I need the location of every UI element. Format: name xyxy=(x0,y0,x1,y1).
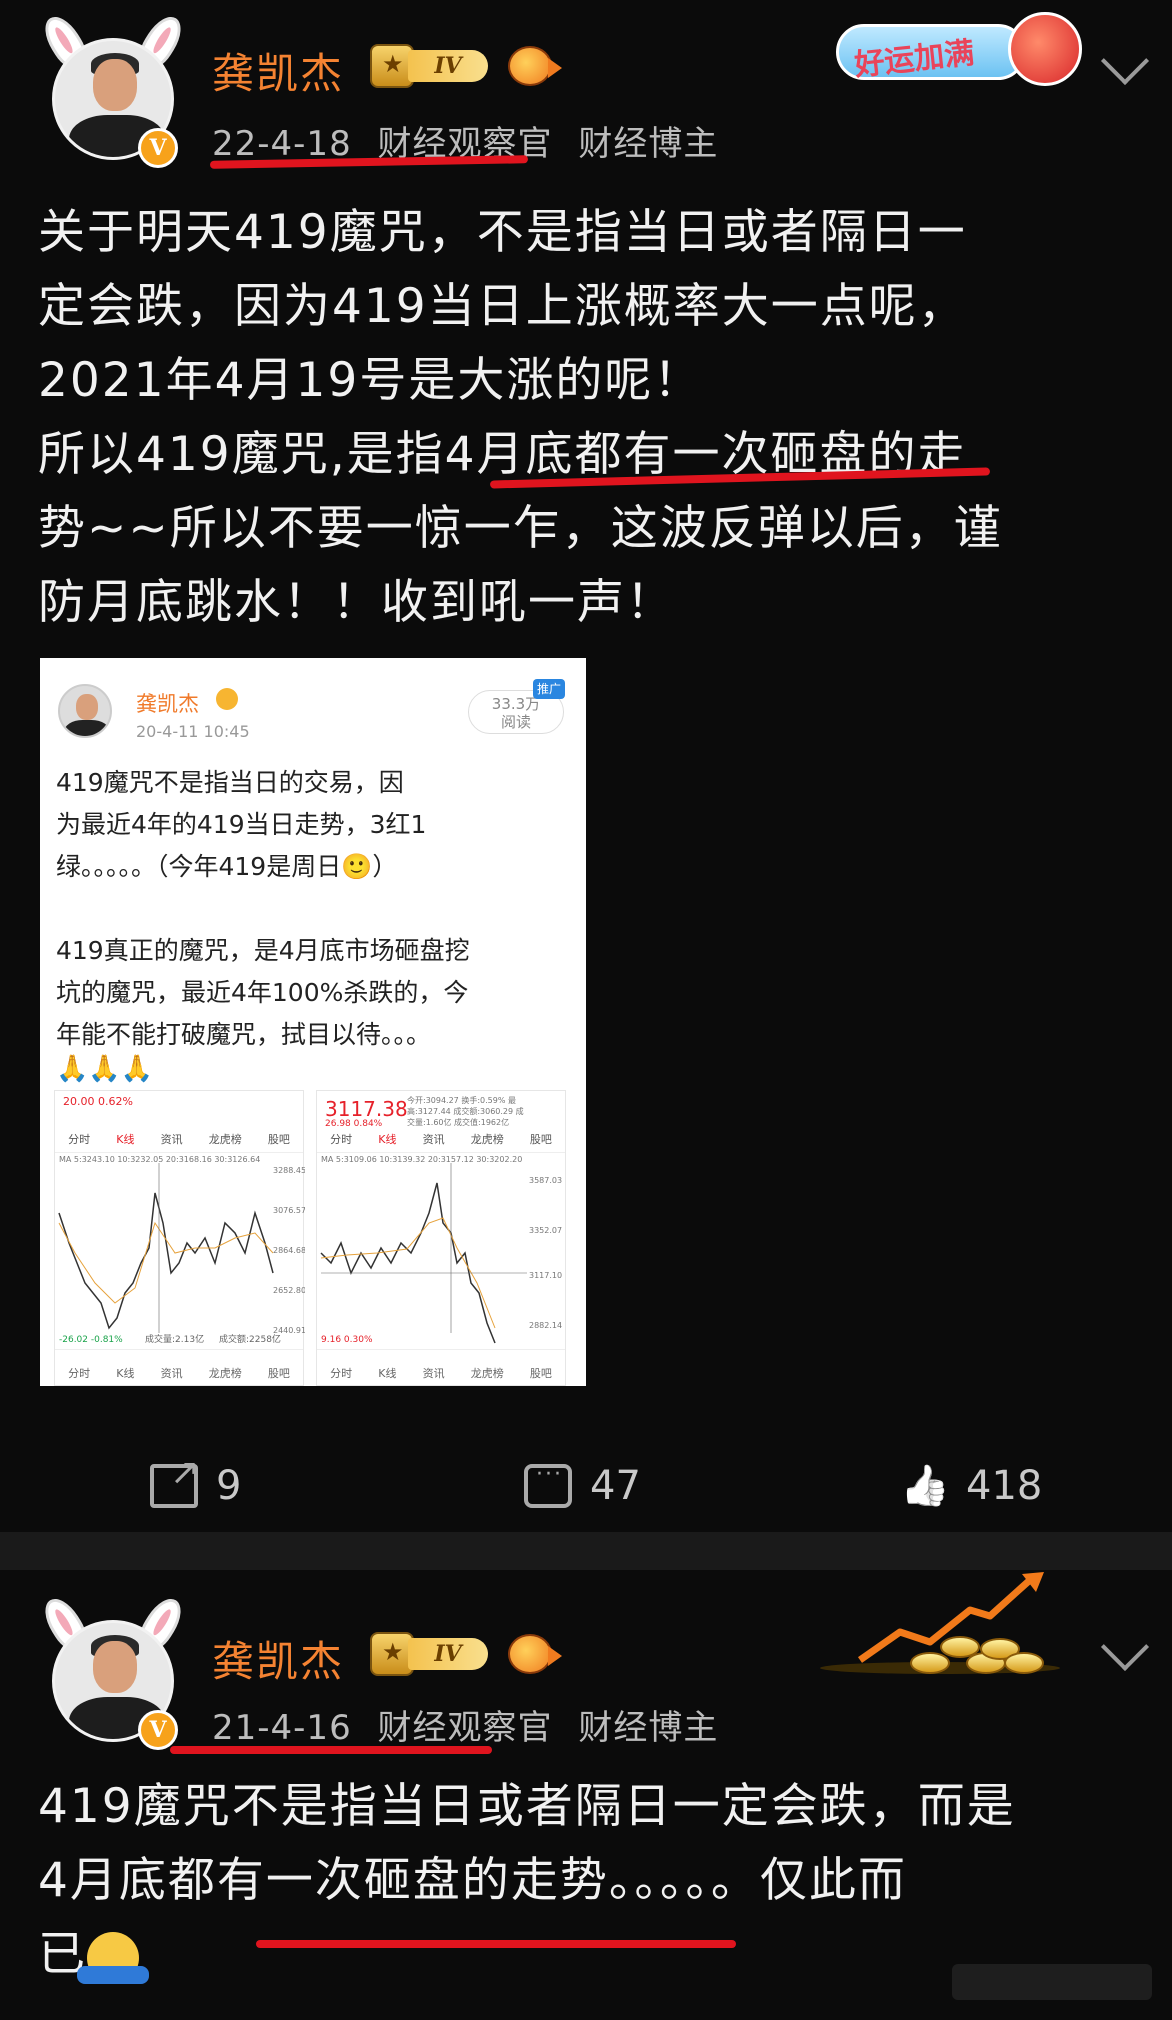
svg-text:2882.14: 2882.14 xyxy=(529,1321,562,1330)
comment-button[interactable]: 47 xyxy=(524,1456,641,1516)
watermark xyxy=(952,1964,1152,2000)
tag-finance-blogger: 财经博主 xyxy=(578,1708,719,1748)
svg-text:3352.07: 3352.07 xyxy=(529,1226,562,1235)
weibo-post-2: V 龚凯杰 IV 21-4-16 财经观察官 财经博主 419魔咒不是指当日或者… xyxy=(0,1570,1172,2020)
rising-chart-coins-decoration xyxy=(790,1570,1080,1680)
kline-b-plot: 3587.03 3352.07 3117.10 2882.14 xyxy=(320,1163,562,1344)
fish-icon xyxy=(508,46,562,86)
shrug-emoji-icon xyxy=(77,1931,149,1984)
svg-text:2864.68: 2864.68 xyxy=(273,1246,305,1255)
chevron-down-icon[interactable] xyxy=(1100,1622,1150,1672)
username[interactable]: 龚凯杰 xyxy=(212,40,344,101)
good-luck-card-decoration: 好运加满 xyxy=(836,12,1086,92)
vip-v-icon: V xyxy=(138,128,178,168)
action-bar: 9 47 418 xyxy=(0,1452,1172,1516)
post-date: 21-4-16 xyxy=(212,1708,352,1748)
weibo-post-1: V 龚凯杰 IV 22-4-18 财经观察官 财经博主 好运加满 关于明天419… xyxy=(0,0,1172,1532)
kline-a-plot: 3288.45 3076.57 2864.68 2652.80 2440.91 xyxy=(58,1163,305,1335)
embed-time: 20-4-11 10:45 xyxy=(136,722,250,741)
embedded-screenshot[interactable]: 龚凯杰 20-4-11 10:45 推广 33.3万 阅读 419魔咒不是指当日… xyxy=(40,658,586,1386)
embed-avatar xyxy=(58,684,112,738)
post-separator xyxy=(0,1532,1172,1570)
red-underline xyxy=(256,1940,736,1948)
svg-text:3587.03: 3587.03 xyxy=(529,1176,562,1185)
tag-finance-observer: 财经观察官 xyxy=(377,1708,553,1748)
embed-username: 龚凯杰 xyxy=(136,692,199,716)
post-body: 419魔咒不是指当日或者隔日一定会跌，而是 4月底都有一次砸盘的走势。。。。。仅… xyxy=(38,1779,1016,1984)
comment-count: 47 xyxy=(590,1463,641,1509)
avatar[interactable]: V xyxy=(37,1592,189,1756)
share-button[interactable]: 9 xyxy=(150,1452,242,1516)
vip-v-icon: V xyxy=(138,1710,178,1750)
post-meta: 21-4-16 财经观察官 财经博主 xyxy=(212,1700,732,1749)
like-icon xyxy=(900,1464,948,1508)
share-count: 9 xyxy=(216,1463,242,1509)
tag-finance-blogger: 财经博主 xyxy=(578,124,719,164)
kline-chart-a: 20.00 0.62% 分时 K线 资讯 龙虎榜 股吧 MA 5:3243.10 10:… xyxy=(54,1090,305,1386)
svg-text:2652.80: 2652.80 xyxy=(273,1286,305,1295)
koi-icon xyxy=(1008,12,1082,86)
svg-text:3117.10: 3117.10 xyxy=(529,1271,562,1280)
embed-badge-icon xyxy=(216,688,238,710)
avatar[interactable]: V xyxy=(37,10,189,174)
chevron-down-icon[interactable] xyxy=(1100,36,1150,86)
svg-text:3288.45: 3288.45 xyxy=(273,1166,305,1175)
fish-icon xyxy=(508,1634,562,1674)
level-badge: IV xyxy=(370,44,488,88)
like-count: 418 xyxy=(966,1463,1043,1509)
embed-text: 419魔咒不是指当日的交易，因 为最近4年的419当日走势，3红1 绿。。。。。… xyxy=(56,768,470,1049)
svg-text:3076.57: 3076.57 xyxy=(273,1206,305,1215)
like-button[interactable]: 418 xyxy=(900,1456,1042,1516)
level-badge: IV xyxy=(370,1632,488,1676)
red-underline xyxy=(170,1746,492,1754)
comment-icon xyxy=(524,1462,572,1508)
username[interactable]: 龚凯杰 xyxy=(212,1628,344,1689)
share-icon xyxy=(150,1452,200,1508)
post-body: 关于明天419魔咒，不是指当日或者隔日一 定会跌，因为419当日上涨概率大一点呢… xyxy=(38,205,1003,630)
embed-read-count: 推广 33.3万 阅读 xyxy=(468,679,565,734)
pray-hands-icon: 🙏🙏🙏 xyxy=(56,1054,154,1084)
kline-chart-b: 3117.38 26.98 0.84% 今开:3094.27 换手:0.59% … xyxy=(316,1090,566,1386)
